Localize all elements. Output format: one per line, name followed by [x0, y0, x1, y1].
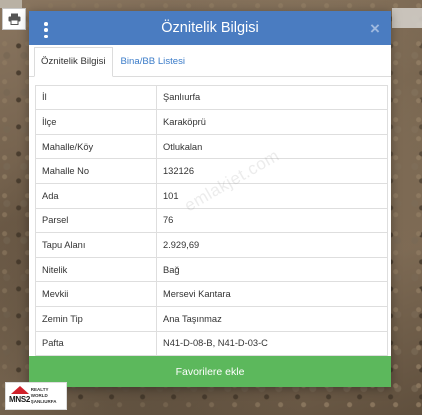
dialog-tabs: Öznitelik Bilgisi Bina/BB Listesi — [29, 46, 391, 77]
table-row: İlçe Karaköprü — [35, 109, 388, 135]
attribute-key: İlçe — [35, 109, 157, 135]
attribute-info-dialog: Öznitelik Bilgisi × Öznitelik Bilgisi Bi… — [29, 11, 391, 387]
attribute-value: Otlukalan — [156, 133, 388, 160]
attribute-key: Zemin Tip — [35, 305, 157, 332]
table-row: Mahalle No 132126 — [35, 158, 388, 184]
table-row: Tapu Alanı 2.929,69 — [35, 232, 388, 258]
table-row: İl Şanlıurfa — [35, 84, 388, 111]
attribute-value: Mersevi Kantara — [156, 281, 388, 307]
attribute-value: 2.929,69 — [156, 232, 388, 258]
table-row: Nitelik Bağ — [35, 256, 388, 283]
map-top-strip — [0, 0, 22, 8]
attribute-table: İl Şanlıurfa İlçe Karaköprü Mahalle/Köy Otluk… — [35, 84, 388, 357]
attribute-value: N41-D-08-B, N41-D-03-C — [156, 330, 388, 357]
logo-mark-text: MNS2 — [9, 395, 31, 404]
attribute-key: Ada — [35, 182, 157, 209]
logo-line-1: REALTY WORLD — [30, 387, 49, 398]
table-row: Parsel 76 — [35, 207, 388, 234]
attribute-value: 76 — [156, 207, 388, 234]
map-side-strip — [392, 8, 422, 28]
more-options-icon[interactable] — [43, 22, 49, 38]
attribute-value: 132126 — [156, 158, 388, 184]
attribute-key: Nitelik — [35, 256, 157, 283]
attribute-key: İl — [35, 84, 157, 111]
attribute-value: 101 — [156, 182, 388, 209]
attribute-value: Karaköprü — [156, 109, 388, 135]
logo-text: REALTY WORLD ŞANLIURFA — [31, 387, 63, 405]
attribute-key: Mahalle No — [35, 158, 157, 184]
attribute-key: Mevkii — [35, 281, 157, 307]
attribute-key: Mahalle/Köy — [35, 133, 157, 160]
tab-building-list[interactable]: Bina/BB Listesi — [115, 47, 192, 76]
attribute-key: Parsel — [35, 207, 157, 234]
tab-attribute-info[interactable]: Öznitelik Bilgisi — [34, 46, 113, 77]
print-button[interactable] — [2, 8, 26, 30]
attribute-key: Tapu Alanı — [35, 232, 157, 258]
agency-logo: MNS2 REALTY WORLD ŞANLIURFA — [5, 382, 67, 410]
add-to-favorites-button[interactable]: Favorilere ekle — [29, 356, 391, 387]
attribute-value: Bağ — [156, 256, 388, 283]
table-row: Zemin Tip Ana Taşınmaz — [35, 305, 388, 332]
dialog-header: Öznitelik Bilgisi × — [29, 11, 391, 45]
table-row: Mahalle/Köy Otlukalan — [35, 133, 388, 160]
logo-line-2: ŞANLIURFA — [30, 399, 57, 404]
printer-icon — [8, 13, 20, 25]
logo-mark: MNS2 — [9, 385, 31, 407]
close-icon[interactable]: × — [368, 20, 382, 37]
table-row: Pafta N41-D-08-B, N41-D-03-C — [35, 330, 388, 357]
attribute-table-container: İl Şanlıurfa İlçe Karaköprü Mahalle/Köy Otluk… — [29, 77, 391, 357]
attribute-value: Şanlıurfa — [156, 84, 388, 111]
attribute-value: Ana Taşınmaz — [156, 305, 388, 332]
table-row: Mevkii Mersevi Kantara — [35, 281, 388, 307]
table-row: Ada 101 — [35, 182, 388, 209]
attribute-key: Pafta — [35, 330, 157, 357]
dialog-title: Öznitelik Bilgisi — [161, 19, 259, 36]
